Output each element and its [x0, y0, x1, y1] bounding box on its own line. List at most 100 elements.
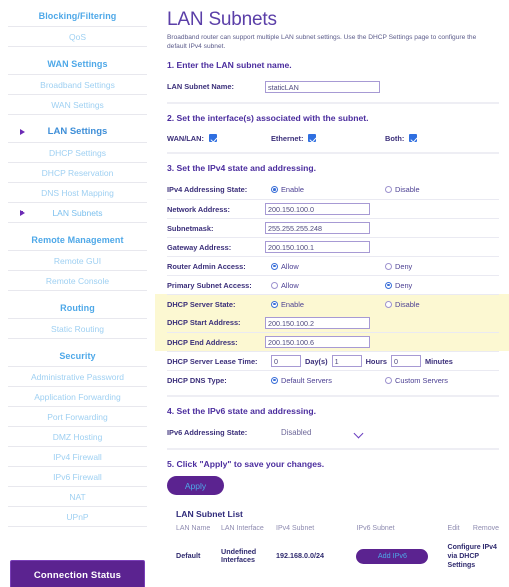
sidebar-item-lan-settings[interactable]: LAN Settings	[8, 122, 147, 142]
ipv4-state-enable-radio[interactable]	[271, 186, 278, 194]
dns-default-option[interactable]: Default Servers	[271, 376, 332, 385]
ipv4-state-disable-option[interactable]: Disable	[385, 185, 420, 194]
sidebar-item-nat[interactable]: NAT	[8, 486, 147, 506]
sidebar-item-dhcp-reservation[interactable]: DHCP Reservation	[8, 162, 147, 182]
apply-button[interactable]: Apply	[167, 476, 224, 496]
ipv4-state-enable-option[interactable]: Enable	[271, 185, 304, 194]
sidebar-item-remote-gui[interactable]: Remote GUI	[8, 250, 147, 270]
subnetmask-label: Subnetmask:	[167, 223, 214, 233]
router-admin-allow-radio[interactable]	[271, 262, 278, 270]
primary-subnet-allow-option[interactable]: Allow	[271, 281, 299, 290]
ipv6-state-dropdown[interactable]: Disabled	[265, 428, 364, 437]
dhcp-end-address-label: DHCP End Address:	[167, 337, 238, 347]
step-4-title: 4. Set the IPv6 state and addressing.	[167, 406, 317, 417]
ipv6-state-row: IPv6 Addressing State: Disabled	[167, 423, 499, 442]
sidebar-item-label: LAN Subnets	[52, 208, 103, 218]
add-ipv6-button[interactable]: Add IPv6	[356, 548, 429, 564]
column-header-ipv4-subnet: IPv4 Subnet	[276, 525, 315, 533]
dns-default-radio[interactable]	[271, 376, 278, 384]
sidebar-item-label: DHCP Settings	[48, 148, 106, 158]
sidebar-item-blocking-filtering[interactable]: Blocking/Filtering	[8, 6, 147, 26]
sidebar-item-security[interactable]: Security	[8, 346, 147, 366]
sidebar-item-label: IPv4 Firewall	[53, 452, 102, 462]
sidebar-item-label: Broadband Settings	[40, 80, 115, 90]
sidebar-item-broadband-settings[interactable]: Broadband Settings	[8, 74, 147, 94]
dhcp-start-address-input[interactable]: 200.150.100.2	[265, 316, 370, 329]
router-admin-deny-label: Deny	[395, 261, 413, 271]
sidebar-item-qos[interactable]: QoS	[8, 26, 147, 46]
interface-both-checkbox[interactable]	[409, 134, 418, 143]
sidebar-item-routing[interactable]: Routing	[8, 298, 147, 318]
lan-subnet-name-input[interactable]: staticLAN	[265, 80, 380, 93]
dhcp-state-enable-radio[interactable]	[271, 300, 278, 308]
sidebar-item-label: WAN Settings	[51, 100, 104, 110]
interface-wanlan-checkbox[interactable]	[208, 134, 217, 143]
primary-subnet-allow-radio[interactable]	[271, 281, 278, 289]
gateway-address-input[interactable]: 200.150.100.1	[265, 241, 370, 254]
sidebar-item-ipv6-firewall[interactable]: IPv6 Firewall	[8, 466, 147, 486]
divider-step2	[167, 152, 499, 155]
subnetmask-input[interactable]: 255.255.255.248	[265, 222, 370, 235]
sidebar-item-lan-subnets[interactable]: LAN Subnets	[8, 202, 147, 222]
interface-wanlan-label: WAN/LAN:	[167, 133, 204, 143]
primary-subnet-deny-radio[interactable]	[385, 281, 392, 289]
interface-both-label: Both:	[385, 133, 405, 143]
ipv4-state-disable-radio[interactable]	[385, 186, 392, 194]
sidebar-item-administrative-password[interactable]: Administrative Password	[8, 366, 147, 386]
dhcp-dns-type-row: DHCP DNS Type: Default Servers Custom Se…	[167, 370, 499, 389]
table-header-row: LAN Name LAN Interface IPv4 Subnet IPv6 …	[176, 525, 499, 543]
table-row: Default Undefined Interfaces 192.168.0.0…	[176, 543, 499, 569]
router-admin-deny-radio[interactable]	[385, 262, 392, 270]
sidebar-item-label: Remote Management	[31, 235, 124, 245]
sidebar-item-dmz-hosting[interactable]: DMZ Hosting	[8, 426, 147, 446]
dhcp-lease-time-label: DHCP Server Lease Time:	[167, 356, 258, 366]
router-admin-deny-option[interactable]: Deny	[385, 262, 412, 271]
primary-subnet-access-row: Primary Subnet Access: Allow Deny	[167, 275, 499, 294]
lease-days-input[interactable]: 0	[271, 355, 301, 368]
dhcp-end-address-input[interactable]: 200.150.100.6	[265, 336, 370, 349]
dhcp-lease-time-row: DHCP Server Lease Time: 0 Day(s) 1 Hours…	[167, 351, 499, 370]
dns-custom-radio[interactable]	[385, 376, 392, 384]
interface-both[interactable]: Both:	[385, 133, 418, 143]
primary-subnet-deny-option[interactable]: Deny	[385, 281, 412, 290]
step-3-title: 3. Set the IPv4 state and addressing.	[167, 163, 317, 174]
page-description: Broadband router can support multiple LA…	[167, 34, 477, 50]
sidebar-group-divider	[8, 114, 147, 122]
sidebar-item-application-forwarding[interactable]: Application Forwarding	[8, 386, 147, 406]
configure-ipv4-link[interactable]: Configure IPv4 via DHCP Settings	[448, 544, 497, 569]
sidebar-item-ipv4-firewall[interactable]: IPv4 Firewall	[8, 446, 147, 466]
dns-custom-option[interactable]: Custom Servers	[385, 376, 448, 385]
gateway-address-label: Gateway Address:	[167, 242, 232, 252]
lease-minutes-input[interactable]: 0	[390, 355, 421, 368]
chevron-down-icon[interactable]	[355, 430, 364, 436]
sidebar-item-remote-management[interactable]: Remote Management	[8, 230, 147, 250]
sidebar-item-dhcp-settings[interactable]: DHCP Settings	[8, 142, 147, 162]
sidebar-item-wan-settings[interactable]: WAN Settings	[8, 54, 147, 74]
interface-ethernet-label: Ethernet:	[271, 133, 304, 143]
sidebar-item-label: Routing	[60, 303, 95, 313]
sidebar-group: Remote Management Remote GUI Remote Consol…	[8, 230, 147, 298]
sidebar-item-remote-console[interactable]: Remote Console	[8, 270, 147, 290]
sidebar-item-dns-host-mapping[interactable]: DNS Host Mapping	[8, 182, 147, 202]
router-admin-access-row: Router Admin Access: Allow Deny	[167, 256, 499, 275]
sidebar-item-wan-settings[interactable]: WAN Settings	[8, 94, 147, 114]
sidebar-item-upnp[interactable]: UPnP	[8, 506, 147, 526]
network-address-input[interactable]: 200.150.100.0	[265, 203, 370, 216]
sidebar-item-static-routing[interactable]: Static Routing	[8, 318, 147, 338]
lease-hours-input[interactable]: 1	[331, 355, 362, 368]
interface-ethernet[interactable]: Ethernet:	[271, 134, 385, 143]
dhcp-state-disable-radio[interactable]	[385, 300, 392, 308]
sidebar-item-label: Port Forwarding	[47, 412, 108, 422]
dhcp-state-enable-option[interactable]: Enable	[271, 300, 304, 309]
interface-ethernet-checkbox[interactable]	[308, 134, 317, 143]
dhcp-state-disable-option[interactable]: Disable	[385, 300, 420, 309]
connection-status-button[interactable]: Connection Status	[10, 560, 145, 587]
interface-wanlan[interactable]: WAN/LAN:	[167, 134, 271, 143]
router-admin-page: Blocking/Filtering QoS WAN Settings Broadba…	[0, 0, 509, 587]
router-admin-allow-option[interactable]: Allow	[271, 262, 299, 271]
sidebar-group: Routing Static Routing	[8, 298, 147, 346]
add-ipv6-button-label: Add IPv6	[377, 551, 408, 561]
apply-button-label: Apply	[184, 480, 207, 491]
sidebar-nav-groups: Blocking/Filtering QoS WAN Settings Broadba…	[8, 6, 147, 534]
sidebar-item-port-forwarding[interactable]: Port Forwarding	[8, 406, 147, 426]
